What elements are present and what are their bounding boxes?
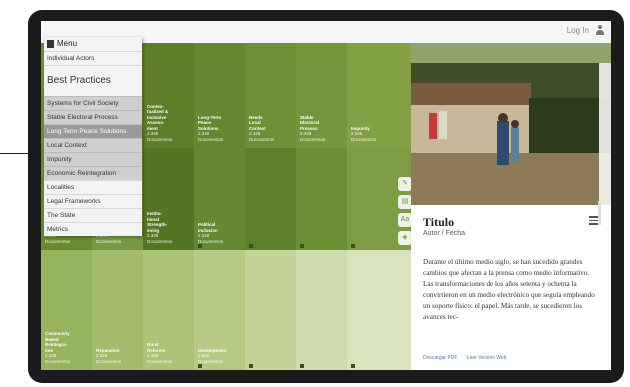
text-size-icon[interactable]: Aa bbox=[398, 213, 412, 227]
tile-unit: Documentos bbox=[45, 358, 71, 364]
article-author-date: Autor / Fecha bbox=[423, 230, 466, 237]
tile-title: Impunity bbox=[351, 125, 370, 131]
tile-unit: Documentos bbox=[147, 238, 173, 244]
tile-title: Reparation bbox=[96, 347, 120, 353]
tile-marker bbox=[300, 364, 304, 368]
menu-title: Menu bbox=[57, 39, 78, 48]
tile-unit: Documentos bbox=[147, 136, 173, 142]
menu-item[interactable]: The State bbox=[44, 208, 142, 222]
document-icon[interactable]: ▤ bbox=[398, 195, 412, 209]
tile-title: Needs Local Context bbox=[249, 114, 266, 131]
menu-item[interactable]: Best Practices bbox=[44, 65, 142, 96]
main-menu: Menu Individual Actors Best Practices Syst… bbox=[44, 37, 142, 236]
tile-title: Rural Reforms bbox=[147, 342, 166, 353]
list-icon[interactable] bbox=[589, 216, 598, 225]
tile-unit: Documentos bbox=[300, 136, 326, 142]
treemap-tile[interactable]: Long-Term Peace Solutions 2.348 Documentos bbox=[194, 43, 245, 148]
treemap-tile[interactable]: Development 2.348 Documentos bbox=[194, 250, 245, 370]
tile-unit: Documentos bbox=[96, 358, 122, 364]
tile-marker bbox=[198, 244, 202, 248]
menu-list: Individual Actors Best Practices Systems f… bbox=[44, 51, 142, 236]
article-photo bbox=[411, 43, 611, 205]
menu-item[interactable]: Individual Actors bbox=[44, 51, 142, 65]
tile-unit: Documentos bbox=[198, 136, 224, 142]
article-panel: Titulo Autor / Fecha Durante el último m… bbox=[411, 205, 611, 370]
menu-item[interactable]: Economic Reintegration bbox=[44, 166, 142, 180]
tile-marker bbox=[249, 364, 253, 368]
article-body: Durante el último medio siglo, se han su… bbox=[423, 258, 595, 321]
article-links: Descargar PDF Leer Versión Web bbox=[423, 355, 515, 361]
menu-item[interactable]: Systems for Civil Society bbox=[44, 96, 142, 110]
tag-icon[interactable]: ◈ bbox=[398, 231, 412, 245]
web-version-link[interactable]: Leer Versión Web bbox=[467, 355, 507, 361]
tile-unit: Documentos bbox=[96, 238, 122, 244]
app-screen: Log In Contex- tualized & Inclusive Asse… bbox=[41, 21, 611, 370]
download-pdf-link[interactable]: Descargar PDF bbox=[423, 355, 457, 361]
treemap-tile[interactable]: Contex- tualized & Inclusive Assess- men… bbox=[143, 43, 194, 148]
menu-item[interactable]: Localities bbox=[44, 180, 142, 194]
tile-title: Political Inclusion bbox=[198, 222, 218, 233]
treemap-tile[interactable]: Reparation 2.348 Documentos bbox=[92, 250, 143, 370]
treemap-tile-blank[interactable] bbox=[296, 250, 347, 370]
hamburger-icon[interactable] bbox=[47, 40, 54, 48]
treemap-tile[interactable]: Rural Reforms 2.348 Documentos bbox=[143, 250, 194, 370]
treemap-tile[interactable]: Needs Local Context 2.348 Documentos bbox=[245, 43, 296, 148]
tile-marker bbox=[198, 364, 202, 368]
tablet-frame: Log In Contex- tualized & Inclusive Asse… bbox=[28, 10, 624, 383]
edit-icon[interactable]: ✎ bbox=[398, 177, 412, 191]
menu-item[interactable]: Local Context bbox=[44, 138, 142, 152]
tile-title: Institu- tional Strength- ening bbox=[147, 211, 167, 233]
tile-unit: Documentos bbox=[351, 136, 377, 142]
tile-marker bbox=[351, 364, 355, 368]
tile-unit: Documentos bbox=[147, 358, 173, 364]
treemap-tile[interactable]: Impunity 2.348 Documentos bbox=[347, 43, 411, 148]
tile-title: Stable Electoral Process bbox=[300, 114, 320, 131]
menu-item[interactable]: Legal Frameworks bbox=[44, 194, 142, 208]
user-icon[interactable] bbox=[595, 25, 605, 37]
treemap-tile[interactable]: Community Based Reintegra- tion 2.348 Docu… bbox=[41, 250, 92, 370]
menu-item[interactable]: Stable Electoral Process bbox=[44, 110, 142, 124]
treemap-tile-blank[interactable] bbox=[347, 250, 411, 370]
tile-title: Contex- tualized & Inclusive Assess- men… bbox=[147, 103, 169, 131]
menu-item[interactable]: Impunity bbox=[44, 152, 142, 166]
tile-marker bbox=[249, 244, 253, 248]
menu-item[interactable]: Metrics bbox=[44, 222, 142, 236]
tile-title: Long-Term Peace Solutions bbox=[198, 114, 222, 131]
tile-title: Development bbox=[198, 347, 227, 353]
tile-marker bbox=[351, 244, 355, 248]
scrollbar[interactable] bbox=[598, 201, 601, 225]
tile-title: Community Based Reintegra- tion bbox=[45, 331, 70, 353]
treemap-tile-blank[interactable] bbox=[296, 148, 347, 250]
treemap-tile[interactable]: Stable Electoral Process 2.348 Documentos bbox=[296, 43, 347, 148]
menu-header[interactable]: Menu bbox=[44, 37, 142, 51]
article-title: Titulo bbox=[423, 215, 455, 229]
login-link[interactable]: Log In bbox=[567, 26, 589, 35]
tile-unit: Documentos bbox=[198, 358, 224, 364]
treemap-tile[interactable]: Institu- tional Strength- ening 2.348 Docu… bbox=[143, 148, 194, 250]
treemap-tile-blank[interactable] bbox=[245, 148, 296, 250]
treemap-tile[interactable]: Political Inclusion 2.348 Documentos bbox=[194, 148, 245, 250]
tile-unit: Documentos bbox=[249, 136, 275, 142]
tile-unit: Documentos bbox=[45, 238, 71, 244]
treemap-tile-blank[interactable] bbox=[245, 250, 296, 370]
menu-item[interactable]: Long Term Peace Solutions bbox=[44, 124, 142, 138]
tile-marker bbox=[300, 244, 304, 248]
